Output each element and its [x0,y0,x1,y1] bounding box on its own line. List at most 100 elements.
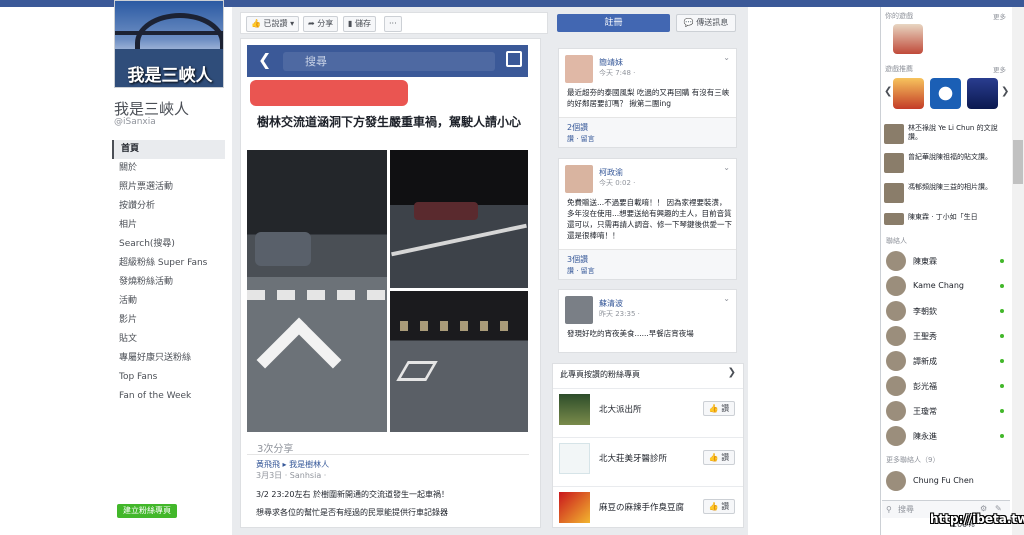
avatar [886,471,906,491]
like-count[interactable]: 2個讚 [567,122,588,133]
road-arrow [256,317,342,403]
page-handle[interactable]: @iSanxia [114,117,156,127]
contact-item[interactable]: 王瓊常 [886,401,1006,421]
screenshot-search-bar: 搜尋 [283,52,495,71]
nav-item-videos[interactable]: 影片 [112,311,225,330]
liked-page-name[interactable]: 麻豆の麻辣手作臭豆腐 [599,501,684,513]
nav-item-super-fans[interactable]: 超級粉絲 Super Fans [112,254,225,273]
page-title[interactable]: 我是三峽人 [114,98,189,119]
crosswalk [247,290,387,300]
visitor-footer: 3個讚 讚 · 留言 [559,249,736,279]
visitor-time[interactable]: 今天 7:48 · [599,68,635,78]
thumbs-up-icon: 👍 [708,502,719,511]
visitor-text: 免費贈送...不過要自載唷！！ 因為家裡要裝潢，多年沒在使用...想要送給有興趣… [567,198,732,240]
contact-name: 彭光福 [913,382,937,391]
nav-item-top-fans[interactable]: Top Fans [112,368,225,387]
billiards-game-icon[interactable] [930,78,961,109]
page-thumbnail[interactable] [559,394,590,425]
like-page-button[interactable]: 👍 讚 [703,499,735,514]
accident-photo-top-right[interactable] [390,150,528,288]
thumbs-up-icon: 👍 [708,404,719,413]
online-status-dot [1000,284,1004,288]
page-thumbnail[interactable] [559,443,590,474]
thumbs-up-icon: 👍 [708,453,719,462]
nav-item-about[interactable]: 關於 [112,159,225,178]
liked-pages-title[interactable]: 此專頁按讚的粉絲專頁 [560,369,640,380]
contact-item[interactable]: 譚新成 [886,351,1006,371]
visitor-name[interactable]: 簡靖妹 [599,57,623,68]
avatar[interactable] [565,55,593,83]
nav-item-search[interactable]: Search(搜尋) [112,235,225,254]
contact-item[interactable]: Chung Fu Chen [886,471,1006,491]
contact-item[interactable]: 陳永進 [886,426,1006,446]
chevron-down-icon[interactable]: ⌄ [723,53,730,62]
like-page-button[interactable]: 👍 讚 [703,401,735,416]
watermark: http://ibeta.tw [930,512,1024,526]
contact-item[interactable]: Kame Chang [886,276,1006,296]
post-headline: 樹林交流道涵洞下方發生嚴重車禍，駕駛人請小心 [257,115,522,129]
nav-item-fan-of-week[interactable]: Fan of the Week [112,387,225,406]
avatar [886,401,906,421]
nav-item-like-analysis[interactable]: 按讚分析 [112,197,225,216]
avatar [884,183,904,203]
accident-photo-bottom-right[interactable] [390,291,528,432]
chevron-down-icon[interactable]: ⌄ [723,163,730,172]
nav-item-photo-vote[interactable]: 照片票選活動 [112,178,225,197]
your-games-more-link[interactable]: 更多 [993,11,1006,21]
scrollbar-thumb[interactable] [1013,140,1023,184]
visitor-time[interactable]: 今天 0:02 · [599,178,635,188]
create-page-button[interactable]: 建立粉絲專頁 [117,504,177,518]
nav-item-fan-events[interactable]: 發燒粉絲活動 [112,273,225,292]
nav-item-posts[interactable]: 貼文 [112,330,225,349]
page-scrollbar[interactable] [1012,7,1024,535]
register-button[interactable]: 註冊 [557,14,670,32]
contact-item[interactable]: 王聖秀 [886,326,1006,346]
page-thumbnail[interactable] [559,492,590,523]
nav-item-home[interactable]: 首頁 [112,140,225,159]
like-comment-links[interactable]: 讚 · 留言 [567,134,595,144]
send-message-label: 傳送訊息 [696,18,729,27]
liked-page-name[interactable]: 北大派出所 [599,403,642,415]
more-contacts-label[interactable]: 更多聯絡人（9） [886,455,939,465]
liked-page-name[interactable]: 北大莊美牙醫診所 [599,452,667,464]
poker-game-icon[interactable] [967,78,998,109]
visitor-time[interactable]: 昨天 23:35 · [599,309,640,319]
nav-item-events[interactable]: 活動 [112,292,225,311]
ticker-text: 林丕祿說 Ye Li Chun 的文說讚。 [908,124,998,141]
avatar[interactable] [565,296,593,324]
chevron-down-icon[interactable]: ⌄ [723,294,730,303]
liked-label: 已說讚 [263,19,288,28]
visitor-name[interactable]: 柯政渝 [599,167,623,178]
like-comment-links[interactable]: 讚 · 留言 [567,266,595,276]
like-page-button[interactable]: 👍 讚 [703,450,735,465]
save-button[interactable]: ▮ 儲存 [343,16,376,32]
avatar[interactable] [565,165,593,193]
send-message-button[interactable]: 💬 傳送訊息 [676,14,736,32]
post-author[interactable]: 黃飛飛 ▸ 我是樹林人 [256,459,329,470]
contact-item[interactable]: 彭光福 [886,376,1006,396]
visitor-footer: 2個讚 讚 · 留言 [559,117,736,147]
nav-item-fan-deals[interactable]: 專屬好康只送粉絲 [112,349,225,368]
game-icon[interactable] [893,78,924,109]
contact-name: Chung Fu Chen [913,476,974,485]
chevron-right-icon[interactable]: ❯ [728,367,736,378]
contact-item[interactable]: 李朝欽 [886,301,1006,321]
more-button[interactable]: ··· [384,16,402,32]
game-icon[interactable] [893,24,923,54]
contact-item[interactable]: 陳東霖 [886,251,1006,271]
liked-button[interactable]: 👍 已說讚 ▾ [246,16,300,32]
nav-item-photos[interactable]: 相片 [112,216,225,235]
chevron-left-icon[interactable]: ❮ [884,86,892,97]
share-button[interactable]: ➦ 分享 [303,16,339,32]
accident-photo-large[interactable] [247,150,387,432]
visitor-name[interactable]: 蘇清波 [599,298,623,309]
game-suggestions-more-link[interactable]: 更多 [993,64,1006,74]
like-count[interactable]: 3個讚 [567,254,588,265]
profile-picture[interactable]: 我是三峽人 [114,0,224,88]
share-count[interactable]: 3次分享 [257,440,293,455]
divider [247,454,529,455]
online-status-dot [1000,384,1004,388]
post-meta[interactable]: 3月3日 · Sanhsia · [256,470,326,481]
scooters [414,202,478,220]
chevron-right-icon[interactable]: ❯ [1001,86,1009,97]
